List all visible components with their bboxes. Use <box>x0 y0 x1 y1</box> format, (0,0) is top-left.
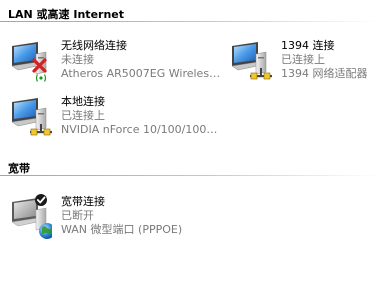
connection-status: 已连接上 <box>281 53 325 66</box>
connection-info: 宽带连接 已断开 WAN 微型端口 (PPPOE) <box>61 195 182 237</box>
connection-info: 本地连接 已连接上 NVIDIA nForce 10/100/1000 ... <box>61 95 221 137</box>
connection-status: 未连接 <box>61 53 94 66</box>
connection-name: 无线网络连接 <box>61 39 127 52</box>
connection-device: 1394 网络适配器 <box>281 67 368 80</box>
connection-broadband[interactable]: 宽带连接 已断开 WAN 微型端口 (PPPOE) <box>8 194 228 240</box>
connection-status: 已连接上 <box>61 109 105 122</box>
connection-info: 1394 连接 已连接上 1394 网络适配器 <box>281 39 368 81</box>
group-header-lan: LAN 或高速 Internet <box>0 4 379 22</box>
connection-wireless[interactable]: 无线网络连接 未连接 Atheros AR5007EG Wireless N..… <box>8 38 228 84</box>
group-title: 宽带 <box>8 162 30 175</box>
network-connected-icon <box>8 94 52 138</box>
group-header-broadband: 宽带 <box>0 158 379 176</box>
connection-1394[interactable]: 1394 连接 已连接上 1394 网络适配器 <box>228 38 378 84</box>
group-divider <box>0 175 379 176</box>
connection-status: 已断开 <box>61 209 94 222</box>
connection-name: 1394 连接 <box>281 39 335 52</box>
connection-local-area[interactable]: 本地连接 已连接上 NVIDIA nForce 10/100/1000 ... <box>8 94 228 140</box>
network-connected-icon <box>228 38 272 82</box>
group-title: LAN 或高速 Internet <box>8 8 125 21</box>
broadband-disconnected-icon <box>8 194 55 239</box>
connection-name: 宽带连接 <box>61 195 105 208</box>
connection-name: 本地连接 <box>61 95 105 108</box>
group-divider <box>0 21 379 22</box>
connection-device: Atheros AR5007EG Wireless N... <box>61 67 221 80</box>
wireless-network-disconnected-icon <box>8 38 48 82</box>
network-connections-window: LAN 或高速 Internet 无线网络连接 未连接 Atheros AR50… <box>0 0 379 286</box>
connection-device: NVIDIA nForce 10/100/1000 ... <box>61 123 221 136</box>
connection-device: WAN 微型端口 (PPPOE) <box>61 223 183 236</box>
connection-info: 无线网络连接 未连接 Atheros AR5007EG Wireless N..… <box>61 39 221 81</box>
